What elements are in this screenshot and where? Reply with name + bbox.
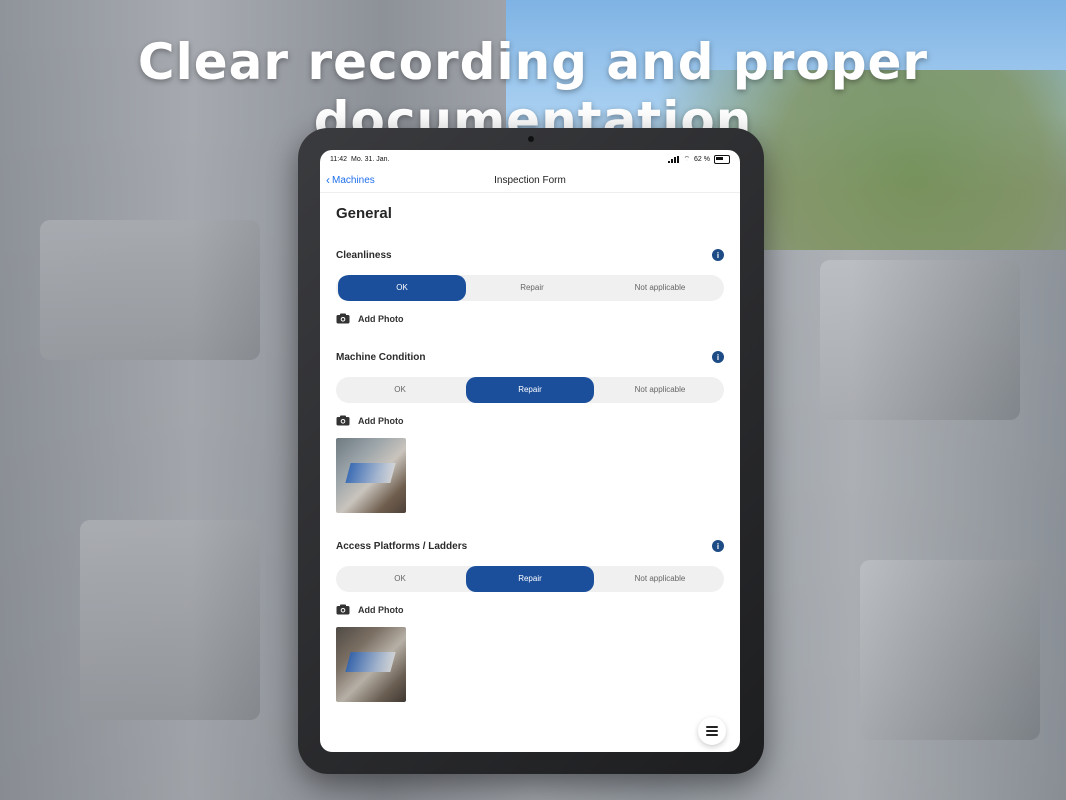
- option-not-applicable[interactable]: Not applicable: [596, 275, 724, 301]
- section-header: Access Platforms / Ladders i: [336, 540, 724, 552]
- segmented-control: OK Repair Not applicable: [336, 377, 724, 403]
- back-button[interactable]: ‹ Machines: [326, 173, 375, 187]
- nav-title: Inspection Form: [494, 174, 566, 186]
- option-repair[interactable]: Repair: [466, 377, 594, 403]
- status-time: 11:42: [330, 155, 347, 163]
- add-photo-label: Add Photo: [358, 604, 404, 615]
- wifi-icon: ⌔: [683, 155, 691, 163]
- section-header: Machine Condition i: [336, 351, 724, 363]
- segmented-control: OK Repair Not applicable: [336, 566, 724, 592]
- option-ok[interactable]: OK: [336, 566, 464, 592]
- option-ok[interactable]: OK: [336, 377, 464, 403]
- chevron-left-icon: ‹: [326, 173, 330, 187]
- info-icon[interactable]: i: [712, 540, 724, 552]
- option-not-applicable[interactable]: Not applicable: [596, 377, 724, 403]
- status-bar: 11:42 Mo. 31. Jan. ⌔ 62 %: [320, 150, 740, 168]
- battery-percent: 62 %: [694, 155, 710, 163]
- add-photo-button[interactable]: Add Photo: [336, 604, 724, 615]
- photo-thumbnail[interactable]: [336, 438, 406, 513]
- section-machine-condition: Machine Condition i OK Repair Not applic…: [336, 351, 724, 513]
- option-not-applicable[interactable]: Not applicable: [596, 566, 724, 592]
- section-label: Machine Condition: [336, 351, 426, 363]
- option-repair[interactable]: Repair: [466, 566, 594, 592]
- option-repair[interactable]: Repair: [468, 275, 596, 301]
- app-screen: 11:42 Mo. 31. Jan. ⌔ 62 % ‹ Machines Ins…: [320, 150, 740, 752]
- menu-button[interactable]: [698, 717, 726, 745]
- page-heading: General: [336, 205, 392, 222]
- camera-dot: [528, 136, 534, 142]
- camera-icon: [336, 604, 350, 615]
- back-label: Machines: [332, 174, 375, 186]
- segmented-control: OK Repair Not applicable: [336, 275, 724, 301]
- option-ok[interactable]: OK: [338, 275, 466, 301]
- navigation-bar: ‹ Machines Inspection Form: [320, 168, 740, 193]
- section-label: Cleanliness: [336, 249, 392, 261]
- section-cleanliness: Cleanliness i OK Repair Not applicable A…: [336, 249, 724, 324]
- section-label: Access Platforms / Ladders: [336, 540, 468, 552]
- info-icon[interactable]: i: [712, 351, 724, 363]
- add-photo-button[interactable]: Add Photo: [336, 313, 724, 324]
- section-access-platforms: Access Platforms / Ladders i OK Repair N…: [336, 540, 724, 702]
- signal-icon: [668, 155, 680, 163]
- add-photo-button[interactable]: Add Photo: [336, 415, 724, 426]
- tablet-device: 11:42 Mo. 31. Jan. ⌔ 62 % ‹ Machines Ins…: [298, 128, 764, 774]
- info-icon[interactable]: i: [712, 249, 724, 261]
- rock-texture: [820, 260, 1020, 420]
- section-header: Cleanliness i: [336, 249, 724, 261]
- camera-icon: [336, 415, 350, 426]
- rock-texture: [860, 560, 1040, 740]
- status-right: ⌔ 62 %: [668, 154, 730, 164]
- rock-texture: [40, 220, 260, 360]
- photo-thumbnail[interactable]: [336, 627, 406, 702]
- status-left: 11:42 Mo. 31. Jan.: [330, 156, 390, 163]
- status-date: Mo. 31. Jan.: [351, 155, 390, 163]
- add-photo-label: Add Photo: [358, 415, 404, 426]
- battery-icon: [714, 154, 730, 164]
- camera-icon: [336, 313, 350, 324]
- rock-texture: [80, 520, 260, 720]
- add-photo-label: Add Photo: [358, 313, 404, 324]
- form-content: General Cleanliness i OK Repair Not appl…: [320, 193, 740, 752]
- hamburger-menu-icon: [706, 726, 718, 736]
